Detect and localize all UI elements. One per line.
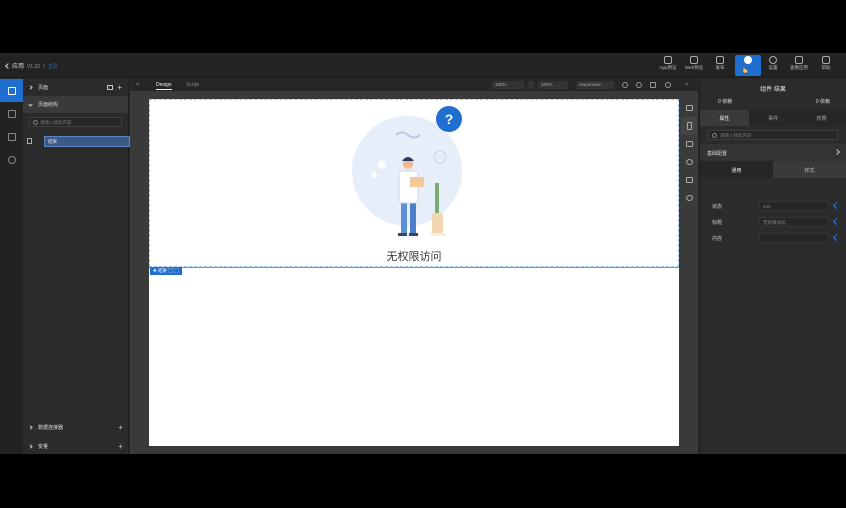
publish-icon (716, 56, 724, 64)
edit-icon[interactable] (832, 201, 841, 210)
components-icon (7, 109, 16, 118)
component-title: 组件 结果 (760, 87, 786, 93)
add-page-button[interactable]: + (117, 83, 122, 92)
publish-button[interactable]: 发布 (707, 55, 733, 76)
cube-icon (7, 155, 16, 164)
email-view-icon[interactable] (681, 135, 697, 153)
edit-icon[interactable] (832, 217, 841, 226)
app-window: 应用 V1.32/主页 App预览 Web预览 发布 设置 查看应用 帮助 页面 … (0, 53, 846, 454)
mobile-view-icon[interactable] (681, 117, 697, 135)
page-crumb[interactable]: 主页 (48, 64, 58, 70)
mobile-preview-icon (664, 56, 672, 64)
zoom-value[interactable]: 100% (538, 81, 568, 89)
view-app-button[interactable]: 查看应用 (786, 55, 812, 76)
canvas-toolbar: « Design Script 100% 100% responsive » (130, 79, 698, 91)
settings-button[interactable]: 设置 (760, 55, 786, 76)
add-connector-button[interactable]: + (118, 423, 123, 432)
left-icon-rail (0, 79, 23, 454)
data-icon (7, 132, 16, 141)
add-variable-button[interactable]: + (118, 442, 123, 451)
zoom-minus-button[interactable] (528, 81, 534, 89)
rail-data[interactable] (0, 125, 23, 148)
layout-icon (7, 86, 16, 95)
properties-panel: 组件 结果 0 依赖 0 依赖 属性 事件 权限 请输入搜索内容 基础配置 通用… (699, 79, 846, 454)
prop-title: 标题 无权限访问 (712, 217, 842, 228)
help-button[interactable]: 帮助 (813, 55, 839, 76)
tab-script[interactable]: Script (186, 82, 199, 88)
chevron-right-icon (834, 149, 840, 155)
rail-pages[interactable] (0, 79, 23, 102)
structure-search-input[interactable]: 请输入搜索内容 (29, 117, 122, 127)
content-input[interactable] (759, 233, 829, 243)
prop-content: 内容 (712, 233, 842, 244)
basic-config-section[interactable]: 基础配置 (700, 144, 846, 161)
tree-item[interactable]: 结果 (25, 136, 130, 147)
device-toolbar (681, 99, 697, 219)
tab-design[interactable]: Design (156, 82, 172, 90)
monitor-preview-icon (690, 56, 698, 64)
edit-icon[interactable] (832, 233, 841, 242)
collapse-left-icon[interactable]: « (136, 82, 139, 88)
tab-style[interactable]: 样式 (773, 161, 846, 178)
eye-icon[interactable] (665, 82, 671, 88)
shield-icon (744, 56, 752, 64)
rail-components[interactable] (0, 102, 23, 125)
layers-icon[interactable] (681, 171, 697, 189)
variables-section[interactable]: 变量 + (23, 438, 129, 454)
chevron-left-icon (5, 63, 11, 69)
component-label: 结果 (158, 268, 168, 273)
redo-icon[interactable] (636, 82, 642, 88)
config-subtabs: 通用 样式 (700, 161, 846, 178)
app-version: V1.32 (27, 64, 41, 70)
tab-events[interactable]: 事件 (749, 110, 798, 126)
user-icon[interactable] (681, 189, 697, 207)
tree-item-label[interactable]: 结果 (44, 136, 130, 147)
gear-icon (769, 56, 777, 64)
undo-icon[interactable] (622, 82, 628, 88)
collapse-right-icon[interactable]: » (685, 82, 688, 88)
hand-cursor-icon (742, 65, 749, 74)
chevron-right-icon (28, 85, 33, 90)
selection-line (149, 267, 679, 268)
data-connector-section[interactable]: 数据连接器 + (23, 419, 129, 436)
outgoing-deps[interactable]: 0 依赖 (816, 98, 830, 105)
prop-status: 状态 404 (712, 201, 842, 212)
tab-properties[interactable]: 属性 (700, 110, 749, 126)
robot-icon[interactable] (681, 153, 697, 171)
save-icon[interactable] (650, 82, 656, 88)
back-breadcrumb[interactable]: 应用 V1.32/主页 (5, 61, 58, 70)
dependency-row: 0 依赖 0 依赖 (700, 94, 846, 110)
zoom-input[interactable]: 100% (492, 81, 524, 89)
app-name: 应用 (12, 64, 25, 70)
incoming-deps[interactable]: 0 依赖 (718, 98, 732, 105)
folder-icon[interactable] (107, 85, 113, 90)
component-toolbar[interactable]: ✥ 结果 ▢ ▢ (150, 267, 182, 275)
selected-result-component[interactable] (149, 99, 679, 267)
chevron-down-icon (28, 102, 33, 107)
view-app-icon (795, 56, 803, 64)
property-search-input[interactable]: 请输入搜索内容 (708, 130, 838, 140)
help-icon (822, 56, 830, 64)
property-tabs: 属性 事件 权限 (700, 110, 846, 126)
app-preview-button[interactable]: App预览 (655, 55, 681, 76)
tab-general[interactable]: 通用 (700, 161, 773, 178)
top-toolbar: 应用 V1.32/主页 App预览 Web预览 发布 设置 查看应用 帮助 (0, 53, 846, 78)
chevron-right-icon (28, 425, 33, 430)
structure-section[interactable]: 页面结构 (23, 96, 128, 113)
status-select[interactable]: 404 (759, 201, 829, 211)
document-icon (27, 138, 32, 144)
title-input[interactable]: 无权限访问 (759, 217, 829, 227)
rail-packages[interactable] (0, 148, 23, 171)
pages-section[interactable]: 页面 + (23, 79, 128, 96)
desktop-view-icon[interactable] (681, 99, 697, 117)
left-panel: 页面 + 页面结构 请输入搜索内容 结果 数据连接器 + 变量 + (23, 79, 130, 454)
chevron-right-icon (28, 444, 33, 449)
tab-permissions[interactable]: 权限 (797, 110, 846, 126)
layout-select[interactable]: responsive (576, 81, 614, 89)
web-preview-button[interactable]: Web预览 (681, 55, 707, 76)
